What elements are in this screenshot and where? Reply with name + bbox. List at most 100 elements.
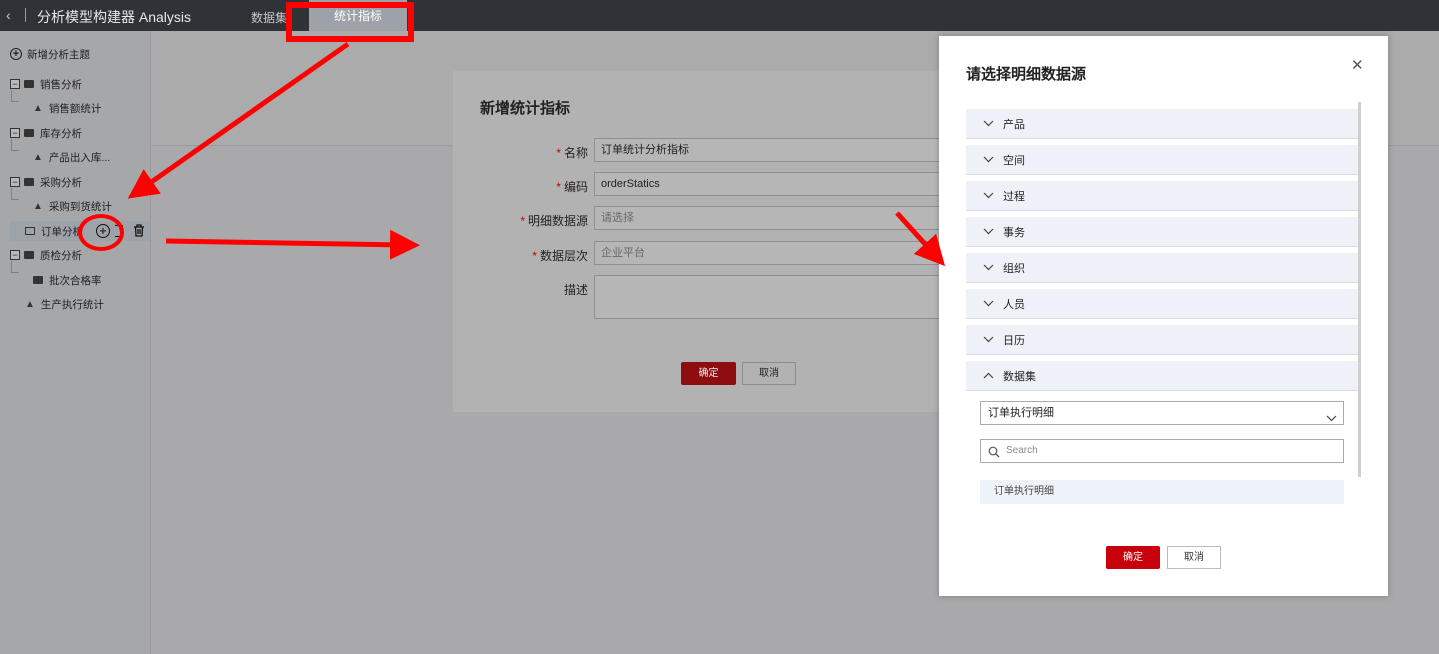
- accordion-label: 人员: [1003, 298, 1025, 311]
- add-circle-icon: +: [10, 48, 22, 60]
- collapse-icon[interactable]: −: [10, 79, 20, 89]
- tree-leaf-batch-pass[interactable]: 批次合格率: [33, 270, 102, 290]
- folder-icon: [24, 178, 34, 186]
- annotation-box: [286, 2, 414, 42]
- name-input[interactable]: 订单统计分析指标: [594, 138, 954, 162]
- tree-leaf-label: 生产执行统计: [40, 298, 104, 311]
- tree-node-inventory[interactable]: − 库存分析: [10, 123, 82, 143]
- accordion-personnel[interactable]: 人员: [966, 289, 1358, 319]
- annotation-circle: [78, 214, 124, 251]
- tab-dataset[interactable]: 数据集: [251, 9, 287, 26]
- accordion-label: 空间: [1003, 154, 1025, 167]
- metric-icon: ▲: [25, 298, 35, 310]
- accordion-product[interactable]: 产品: [966, 109, 1358, 139]
- metric-icon: ▲: [33, 102, 43, 114]
- collapse-icon[interactable]: −: [10, 177, 20, 187]
- chevron-down-icon: [980, 300, 996, 307]
- tree-leaf-product-io[interactable]: ▲ 产品出入库...: [33, 147, 110, 167]
- tree-connector: [11, 261, 19, 273]
- chevron-down-icon: [980, 120, 996, 127]
- tree-node-label: 订单分析: [41, 225, 83, 238]
- divider: [25, 8, 26, 22]
- accordion-transaction[interactable]: 事务: [966, 217, 1358, 247]
- tree-leaf-label: 批次合格率: [49, 274, 102, 287]
- tree-node-order[interactable]: 订单分析: [25, 221, 83, 241]
- search-placeholder: Search: [1006, 445, 1038, 456]
- cancel-button[interactable]: 取消: [1167, 546, 1221, 569]
- code-input[interactable]: orderStatics: [594, 172, 954, 196]
- accordion-label: 数据集: [1003, 370, 1036, 383]
- folder-icon: [24, 251, 34, 259]
- list-item[interactable]: 订单执行明细: [980, 480, 1344, 504]
- add-theme-button[interactable]: + 新增分析主题: [10, 44, 90, 64]
- chevron-down-icon: [1326, 408, 1337, 430]
- name-label: * 名称: [556, 146, 588, 160]
- chevron-down-icon: [980, 264, 996, 271]
- metric-icon: ▲: [33, 200, 43, 212]
- top-bar: ‹ 分析模型构建器 Analysis 数据集 统计指标: [0, 0, 1439, 31]
- folder-icon: [24, 80, 34, 88]
- add-metric-dialog: 新增统计指标 * 名称 订单统计分析指标 * 编码 orderStatics * 明细…: [453, 71, 954, 412]
- tree-node-label: 销售分析: [40, 78, 82, 91]
- tree-node-purchase[interactable]: − 采购分析: [10, 172, 82, 192]
- metric-icon: ▲: [33, 151, 43, 163]
- accordion-label: 组织: [1003, 262, 1025, 275]
- folder-icon: [33, 276, 43, 284]
- close-icon[interactable]: ✕: [1351, 56, 1364, 74]
- collapse-icon[interactable]: −: [10, 250, 20, 260]
- collapse-icon[interactable]: −: [10, 128, 20, 138]
- confirm-button[interactable]: 确定: [681, 362, 736, 385]
- accordion-dataset[interactable]: 数据集: [966, 361, 1358, 391]
- datasource-label: * 明细数据源: [520, 214, 588, 228]
- chevron-up-icon: [980, 372, 996, 379]
- code-label: * 编码: [556, 180, 588, 194]
- data-level-label: * 数据层次: [532, 249, 588, 263]
- dialog-title: 新增统计指标: [480, 100, 571, 117]
- dialog-title: 请选择明细数据源: [966, 66, 1087, 83]
- tree-node-quality[interactable]: − 质检分析: [10, 245, 82, 265]
- accordion-organization[interactable]: 组织: [966, 253, 1358, 283]
- tree-leaf-label: 采购到货统计: [48, 200, 112, 213]
- accordion-label: 日历: [1003, 334, 1025, 347]
- accordion-label: 事务: [1003, 226, 1025, 239]
- folder-open-icon: [25, 227, 35, 235]
- dataset-panel: 订单执行明细 Search 订单执行明细: [966, 392, 1358, 514]
- annotation-arrow: [165, 229, 420, 260]
- datasource-dialog: 请选择明细数据源 ✕ 产品 空间 过程 事务 组织 人员 日历 数据集 订单执行…: [939, 36, 1388, 596]
- accordion-space[interactable]: 空间: [966, 145, 1358, 175]
- chevron-down-icon: [980, 228, 996, 235]
- cancel-button[interactable]: 取消: [742, 362, 796, 385]
- accordion-label: 过程: [1003, 190, 1025, 203]
- tree-node-sales[interactable]: − 销售分析: [10, 74, 82, 94]
- tree-leaf-sales-amount[interactable]: ▲ 销售额统计: [33, 98, 101, 118]
- description-label: 描述: [563, 283, 588, 297]
- tree-leaf-production[interactable]: ▲ 生产执行统计: [25, 294, 104, 314]
- description-textarea[interactable]: [594, 275, 954, 319]
- trash-icon[interactable]: [133, 224, 145, 237]
- search-icon: [988, 445, 1000, 467]
- select-value: 订单执行明细: [988, 407, 1054, 419]
- tree-node-label: 质检分析: [40, 249, 82, 262]
- accordion-calendar[interactable]: 日历: [966, 325, 1358, 355]
- scrollbar[interactable]: [1358, 102, 1361, 477]
- datasource-select[interactable]: 请选择: [594, 206, 954, 230]
- tree-connector: [11, 188, 19, 200]
- add-theme-label: 新增分析主题: [27, 48, 90, 61]
- tree-node-label: 库存分析: [40, 127, 82, 140]
- search-input[interactable]: Search: [980, 439, 1344, 463]
- chevron-left-icon[interactable]: ‹: [6, 7, 11, 23]
- tree-leaf-purchase-arrival[interactable]: ▲ 采购到货统计: [33, 196, 112, 216]
- confirm-button[interactable]: 确定: [1106, 546, 1160, 569]
- accordion-process[interactable]: 过程: [966, 181, 1358, 211]
- tree-leaf-label: 销售额统计: [48, 102, 102, 115]
- data-level-input: 企业平台: [594, 241, 954, 265]
- chevron-down-icon: [980, 156, 996, 163]
- accordion-label: 产品: [1003, 118, 1025, 131]
- chevron-down-icon: [980, 336, 996, 343]
- app-title: 分析模型构建器 Analysis: [37, 9, 192, 25]
- dataset-select[interactable]: 订单执行明细: [980, 401, 1344, 425]
- tree-node-label: 采购分析: [40, 176, 82, 189]
- tree-connector: [11, 90, 19, 102]
- chevron-down-icon: [980, 192, 996, 199]
- folder-icon: [24, 129, 34, 137]
